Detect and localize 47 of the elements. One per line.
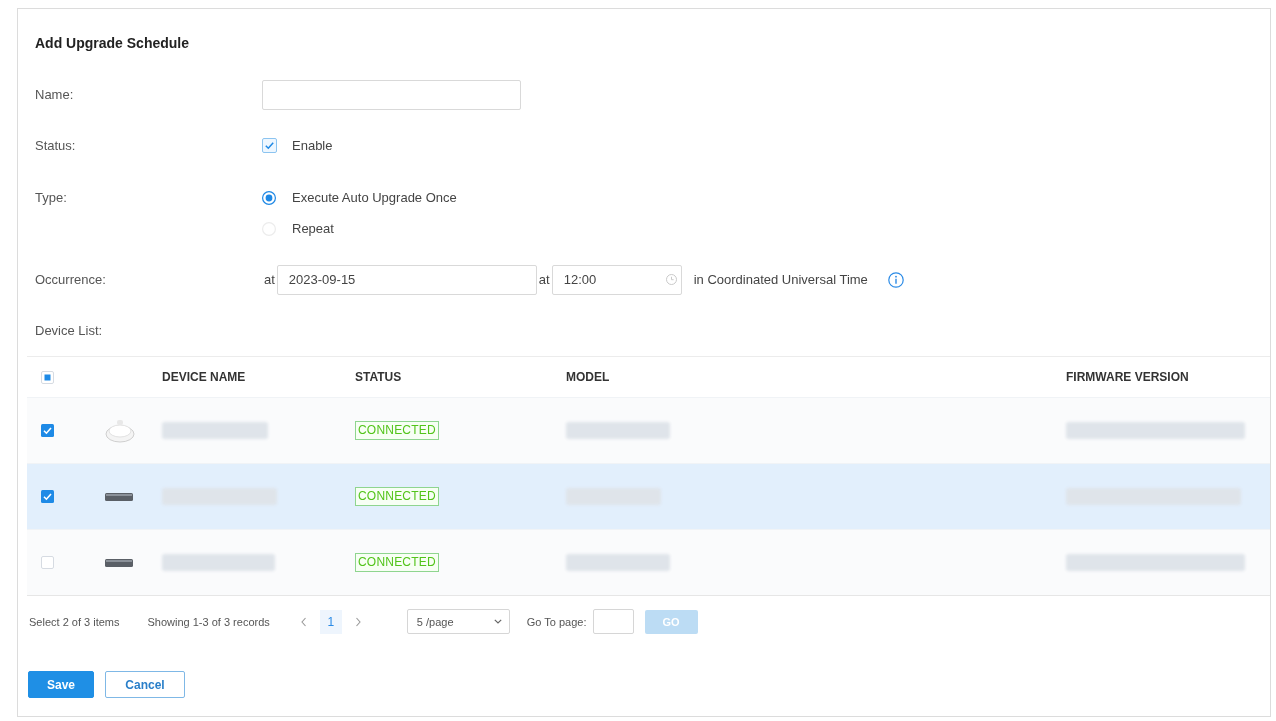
radio-label: Execute Auto Upgrade Once — [292, 188, 457, 207]
status-tag: CONNECTED — [355, 487, 439, 506]
go-to-label: Go To page: — [526, 615, 587, 628]
page-button[interactable]: 1 — [319, 609, 342, 634]
date-field[interactable]: 2023-09-15 — [276, 264, 537, 295]
flat-device-icon — [105, 558, 133, 567]
checkbox-label: Enable — [292, 136, 333, 155]
chevron-left-icon[interactable] — [299, 616, 308, 627]
records-summary: Showing 1-3 of 3 records — [147, 615, 270, 628]
radio-label: Repeat — [292, 219, 334, 238]
column-header: DEVICE NAME — [162, 370, 246, 384]
time-field[interactable]: 12:00 — [551, 264, 682, 295]
clock-icon — [665, 274, 677, 285]
field-label: Name: — [35, 85, 74, 104]
field-label: Status: — [35, 136, 76, 155]
checkbox[interactable] — [41, 370, 54, 384]
checkbox[interactable] — [41, 424, 54, 437]
section-label: Device List: — [35, 321, 103, 340]
page-input[interactable] — [592, 609, 634, 634]
table-row[interactable]: CONNECTED — [27, 529, 1270, 596]
cancel-button[interactable]: Cancel — [105, 671, 185, 698]
chevron-right-icon[interactable] — [353, 616, 362, 627]
field-label: Type: — [35, 188, 67, 207]
info-icon[interactable] — [887, 271, 904, 288]
status-tag: CONNECTED — [355, 553, 439, 572]
page-size-select[interactable]: 5 /page — [406, 609, 510, 634]
timezone-text: in Coordinated Universal Time — [693, 270, 868, 289]
field-label: Occurrence: — [35, 270, 106, 289]
checkbox[interactable] — [41, 556, 54, 569]
checkbox[interactable] — [262, 138, 277, 153]
table-row[interactable]: CONNECTED — [27, 463, 1270, 529]
column-header: MODEL — [566, 370, 610, 384]
column-header: FIRMWARE VERSION — [1066, 370, 1189, 384]
radio-button[interactable] — [262, 190, 276, 205]
name-input[interactable] — [262, 79, 521, 110]
caret-icon — [493, 619, 502, 624]
flat-device-icon — [105, 492, 133, 501]
save-button[interactable]: Save — [28, 671, 94, 698]
selection-count: Select 2 of 3 items — [29, 615, 120, 628]
dome-device-icon — [105, 418, 135, 443]
at-label: at — [538, 270, 550, 289]
column-header: STATUS — [355, 370, 402, 384]
table-row[interactable]: CONNECTED — [27, 397, 1270, 463]
checkbox[interactable] — [41, 490, 54, 503]
at-label: at — [264, 270, 275, 289]
status-tag: CONNECTED — [355, 421, 439, 440]
panel-title: Add Upgrade Schedule — [35, 34, 190, 53]
